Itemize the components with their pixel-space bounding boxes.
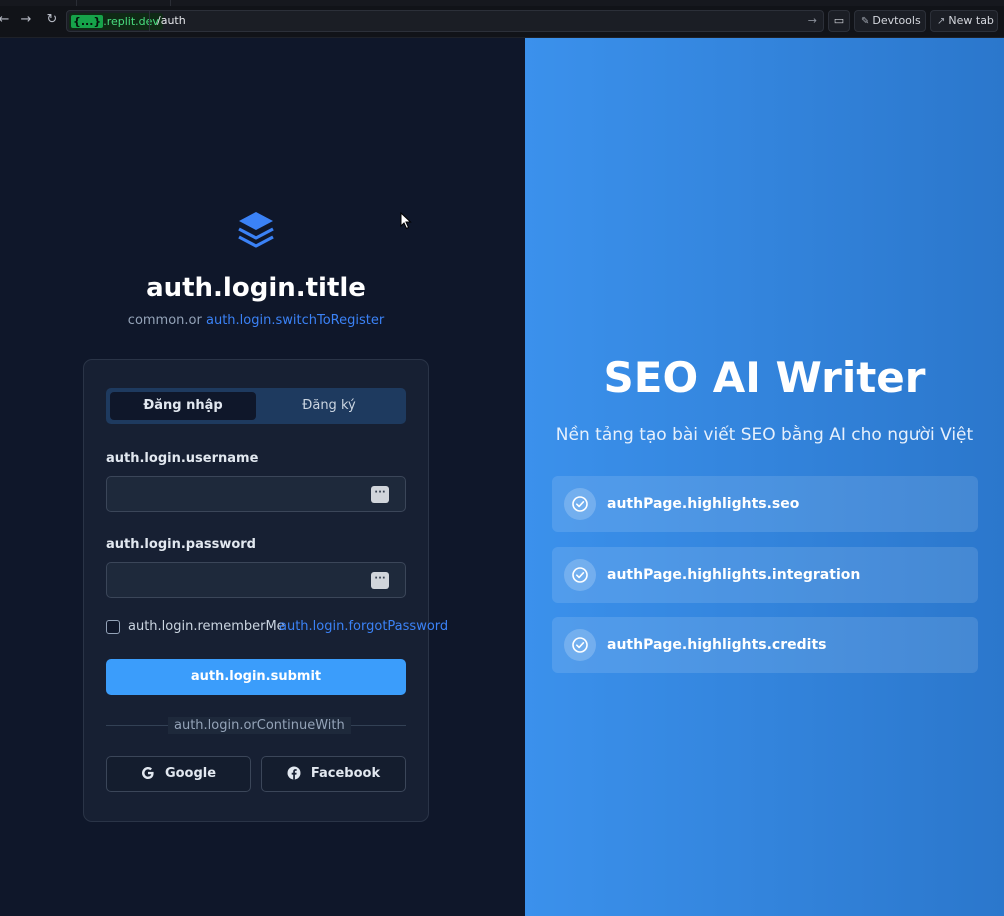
layers-icon [238, 212, 274, 248]
hero-title: SEO AI Writer [603, 353, 926, 402]
google-label: Google [164, 766, 217, 781]
highlight-icon-bg [564, 488, 596, 520]
highlight-icon-bg [564, 629, 596, 661]
monitor-icon: ▭ [833, 14, 845, 27]
switch-to-register-link[interactable]: auth.login.switchToRegister [206, 313, 384, 328]
url-bar[interactable]: {...} .replit.dev /auth → [66, 10, 824, 32]
remember-me-label[interactable]: auth.login.rememberMe [128, 619, 285, 635]
new-tab-button[interactable]: ↗ New tab [930, 10, 998, 32]
tab-separator [76, 0, 77, 6]
username-field[interactable]: ··· [106, 476, 406, 512]
device-preview-button[interactable]: ▭ [828, 10, 850, 32]
new-tab-label: New tab [948, 14, 994, 27]
highlight-label: authPage.highlights.integration [607, 567, 861, 583]
submit-button[interactable]: auth.login.submit [106, 659, 406, 695]
google-icon [141, 766, 154, 779]
highlight-label: authPage.highlights.seo [607, 496, 800, 512]
tab-register[interactable]: Đăng ký [256, 392, 402, 420]
forward-icon[interactable]: → [18, 12, 34, 28]
url-divider [149, 11, 150, 31]
check-circle-icon [572, 637, 588, 653]
continue-with-label: auth.login.orContinueWith [168, 717, 351, 734]
password-field[interactable]: ··· [106, 562, 406, 598]
replit-brace-badge: {...} [71, 15, 104, 28]
devtools-button[interactable]: ✎ Devtools [854, 10, 926, 32]
username-label: auth.login.username [106, 451, 259, 466]
browser-toolbar: ← → ↻ {...} .replit.dev /auth → ▭ ✎ Devtoo… [0, 0, 1004, 38]
url-path[interactable]: /auth [157, 14, 186, 28]
subtitle-prefix: common.or [127, 313, 202, 328]
devtools-label: Devtools [872, 14, 921, 27]
go-arrow-icon[interactable]: → [808, 14, 817, 28]
highlight-item: authPage.highlights.integration [552, 547, 978, 603]
mouse-cursor-icon [400, 212, 412, 230]
external-link-icon: ↗ [937, 16, 946, 27]
check-circle-icon [572, 496, 588, 512]
reload-icon[interactable]: ↻ [44, 12, 60, 28]
password-label: auth.login.password [106, 537, 256, 552]
url-domain-text: .replit.dev [103, 15, 159, 28]
check-circle-icon [572, 567, 588, 583]
password-manager-icon[interactable]: ··· [371, 486, 389, 503]
back-icon[interactable]: ← [0, 12, 12, 28]
tab-separator [170, 0, 171, 6]
tab-strip [0, 0, 1004, 6]
highlight-item: authPage.highlights.credits [552, 617, 978, 673]
forgot-password-link[interactable]: auth.login.forgotPassword [279, 619, 448, 635]
facebook-label: Facebook [310, 766, 381, 781]
google-button[interactable]: Google [106, 756, 251, 792]
hero-tagline: Nền tảng tạo bài viết SEO bằng AI cho ng… [555, 425, 974, 445]
auth-tabs: Đăng nhập Đăng ký [106, 388, 406, 424]
page-title: auth.login.title [146, 273, 366, 303]
facebook-button[interactable]: Facebook [261, 756, 406, 792]
password-manager-icon[interactable]: ··· [371, 572, 389, 589]
auth-panel: auth.login.title common.or auth.login.sw… [0, 38, 525, 916]
tab-login[interactable]: Đăng nhập [110, 392, 256, 420]
highlight-item: authPage.highlights.seo [552, 476, 978, 532]
remember-me-checkbox[interactable] [106, 620, 120, 634]
hero-panel: SEO AI Writer Nền tảng tạo bài viết SEO … [525, 38, 1004, 916]
highlight-label: authPage.highlights.credits [607, 637, 827, 653]
login-card: Đăng nhập Đăng ký auth.login.username ··… [83, 359, 448, 822]
facebook-icon [287, 766, 301, 779]
highlight-icon-bg [564, 559, 596, 591]
page-subtitle: common.or auth.login.switchToRegister [0, 313, 512, 329]
wrench-icon: ✎ [861, 16, 870, 27]
